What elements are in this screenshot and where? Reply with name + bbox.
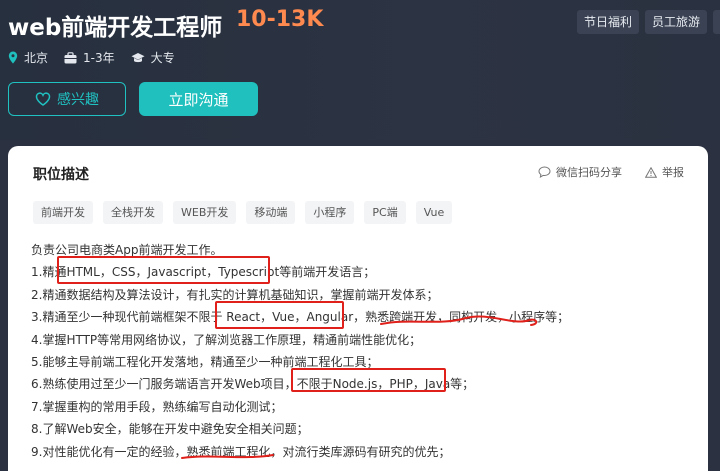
wechat-share-label: 微信扫码分享 <box>556 166 622 179</box>
section-title: 职位描述 <box>33 167 89 183</box>
benefit-tag: 员工旅游 <box>645 10 708 34</box>
education-text: 大专 <box>150 51 175 65</box>
description-line: 2.精通数据结构及算法设计，有扎实的计算机基础知识，掌握前端开发体系； <box>31 287 439 302</box>
job-description: 负责公司电商类App前端开发工作。 1.精通HTML，CSS，Javascrip… <box>31 239 691 463</box>
job-title: web前端开发工程师 <box>8 15 223 41</box>
interest-button-label: 感兴趣 <box>57 92 99 108</box>
description-line: 6.熟练使用过至少一门服务端语言开发Web项目，不限于Node.js，PHP，J… <box>31 377 475 392</box>
job-meta: 北京 1-3年 大专 <box>8 49 175 66</box>
skill-tag[interactable]: 前端开发 <box>33 201 93 224</box>
description-line: 7.掌握重构的常用手段，熟练编写自动化测试； <box>31 399 283 414</box>
wechat-share-link[interactable]: 微信扫码分享 <box>538 164 622 180</box>
graduation-cap-icon <box>131 52 145 62</box>
location-pin-icon <box>8 51 18 64</box>
salary: 10-13K <box>236 7 324 32</box>
job-description-card: 职位描述 微信扫码分享 举报 前端开发 全栈开发 WEB开发 移动端 小程序 P… <box>8 146 708 471</box>
location-text: 北京 <box>24 51 49 65</box>
skill-tag[interactable]: 全栈开发 <box>103 201 163 224</box>
skill-tag[interactable]: 移动端 <box>246 201 296 224</box>
skill-tag[interactable]: PC端 <box>364 201 406 224</box>
experience: 1-3年 <box>64 49 115 66</box>
benefit-tag: 节日福利 <box>577 10 640 34</box>
skill-tag[interactable]: Vue <box>415 201 453 224</box>
description-line: 3.精通至少一种现代前端框架不限于 React，Vue，Angular，熟悉跨端… <box>31 310 570 325</box>
description-line: 8.了解Web安全，能够在开发中避免安全相关问题； <box>31 422 309 437</box>
job-header-banner: web前端开发工程师 10-13K 节日福利 员工旅游 带 北京 1-3年 <box>0 0 720 140</box>
description-line: 4.掌握HTTP等常用网络协议，了解浏览器工作原理，精通前端性能优化； <box>31 332 422 347</box>
description-line: 1.精通HTML，CSS，Javascript，Typescript等前端开发语… <box>31 265 376 280</box>
benefit-tag: 带 <box>713 10 720 34</box>
heart-icon <box>35 92 51 106</box>
skill-tag[interactable]: 小程序 <box>305 201 355 224</box>
skill-tags: 前端开发 全栈开发 WEB开发 移动端 小程序 PC端 Vue <box>33 201 453 224</box>
description-line: 9.对性能优化有一定的经验，熟悉前端工程化，对流行类库源码有研究的优先； <box>31 444 451 459</box>
location: 北京 <box>8 49 48 66</box>
education: 大专 <box>131 49 175 66</box>
report-label: 举报 <box>662 166 684 179</box>
report-link[interactable]: 举报 <box>645 164 684 180</box>
experience-text: 1-3年 <box>83 51 115 65</box>
benefit-tags: 节日福利 员工旅游 带 <box>577 10 720 34</box>
skill-tag[interactable]: WEB开发 <box>173 201 237 224</box>
description-line: 5.能够主导前端工程化开发落地，精通至少一种前端工程化工具； <box>31 354 379 369</box>
chat-bubble-icon <box>538 166 551 178</box>
description-line: 负责公司电商类App前端开发工作。 <box>31 243 223 257</box>
warning-triangle-icon <box>645 166 657 178</box>
interest-button[interactable]: 感兴趣 <box>8 82 126 116</box>
briefcase-icon <box>64 51 77 63</box>
chat-now-button[interactable]: 立即沟通 <box>139 82 258 116</box>
